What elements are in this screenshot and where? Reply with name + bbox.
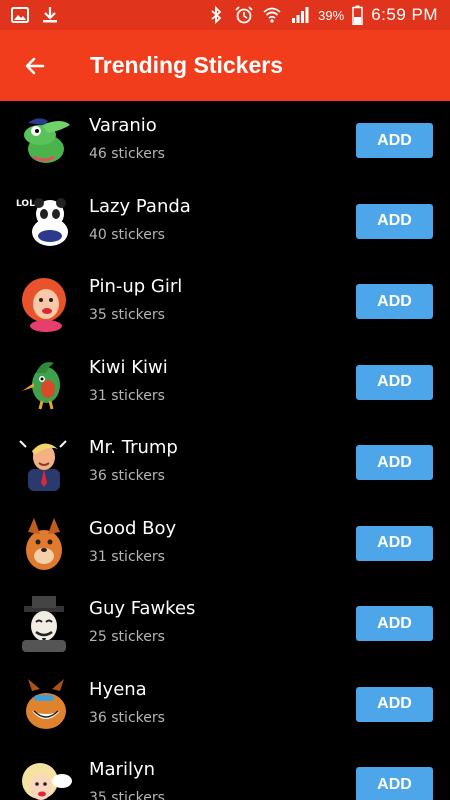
sticker-pack-list: Varanio 46 stickers ADD LOL Lazy Panda 4… [0, 101, 450, 800]
wifi-icon [262, 5, 282, 25]
alarm-icon [234, 5, 254, 25]
status-bar: 39% 6:59 PM [0, 0, 450, 30]
sticker-count: 25 stickers [89, 629, 165, 645]
page-title: Trending Stickers [90, 52, 284, 78]
list-item[interactable]: Good Boy 31 stickers ADD [0, 504, 450, 585]
svg-text:LOL: LOL [16, 199, 35, 209]
sticker-thumbnail-kiwi-kiwi [14, 353, 74, 413]
sticker-count: 35 stickers [89, 307, 165, 323]
add-button[interactable]: ADD [356, 606, 433, 641]
back-button[interactable] [0, 30, 70, 101]
sticker-thumbnail-varanio [14, 111, 74, 171]
list-item[interactable]: Guy Fawkes 25 stickers ADD [0, 584, 450, 665]
arrow-left-icon [23, 54, 47, 78]
add-button[interactable]: ADD [356, 686, 433, 722]
sticker-pack-name: Pin-up Girl [89, 276, 183, 297]
sticker-count: 46 stickers [89, 146, 165, 162]
status-bar-left [10, 5, 60, 25]
sticker-thumbnail-guy-fawkes [14, 594, 74, 654]
sticker-thumbnail-good-boy [14, 514, 74, 574]
sticker-pack-name: Kiwi Kiwi [89, 356, 168, 378]
list-item[interactable]: Mr. Trump 36 stickers ADD [0, 423, 450, 504]
sticker-pack-name: Guy Fawkes [89, 598, 196, 619]
status-bar-right: 39% 6:59 PM [206, 5, 438, 25]
sticker-pack-name: Mr. Trump [89, 437, 178, 458]
add-button[interactable]: ADD [356, 767, 433, 800]
battery-icon [352, 5, 363, 25]
sticker-count: 36 stickers [89, 468, 165, 484]
battery-percent: 39% [318, 7, 345, 23]
list-item[interactable]: Varanio 46 stickers ADD [0, 101, 450, 182]
add-button[interactable]: ADD [356, 364, 433, 400]
bluetooth-icon [206, 5, 226, 25]
sticker-count: 35 stickers [89, 790, 165, 800]
list-item[interactable]: Pin-up Girl 35 stickers ADD [0, 262, 450, 343]
image-icon [10, 5, 30, 25]
add-button[interactable]: ADD [356, 525, 433, 561]
sticker-thumbnail-pin-up-girl [14, 272, 74, 332]
add-button[interactable]: ADD [356, 284, 433, 319]
sticker-thumbnail-mr-trump [14, 433, 74, 493]
signal-icon [290, 5, 310, 25]
sticker-count: 31 stickers [89, 548, 165, 565]
app-toolbar: Trending Stickers [0, 30, 450, 101]
sticker-pack-name: Hyena [89, 678, 147, 700]
list-item[interactable]: LOL Lazy Panda 40 stickers ADD [0, 182, 450, 263]
sticker-pack-name: Marilyn [89, 759, 156, 780]
sticker-pack-name: Good Boy [89, 517, 177, 539]
list-item[interactable]: Marilyn 35 stickers ADD [0, 745, 450, 800]
sticker-thumbnail-marilyn [14, 755, 74, 800]
sticker-count: 40 stickers [89, 226, 165, 243]
add-button[interactable]: ADD [356, 445, 433, 480]
list-item[interactable]: Hyena 36 stickers ADD [0, 665, 450, 746]
sticker-count: 31 stickers [89, 387, 165, 404]
add-button[interactable]: ADD [356, 123, 433, 158]
list-item[interactable]: Kiwi Kiwi 31 stickers ADD [0, 343, 450, 424]
add-button[interactable]: ADD [356, 203, 433, 239]
sticker-pack-name: Varanio [89, 115, 157, 136]
sticker-pack-name: Lazy Panda [89, 195, 191, 217]
clock: 6:59 PM [371, 5, 438, 24]
sticker-thumbnail-lazy-panda: LOL [14, 192, 74, 252]
sticker-count: 36 stickers [89, 709, 165, 726]
sticker-thumbnail-hyena [14, 675, 74, 735]
download-icon [40, 5, 60, 25]
